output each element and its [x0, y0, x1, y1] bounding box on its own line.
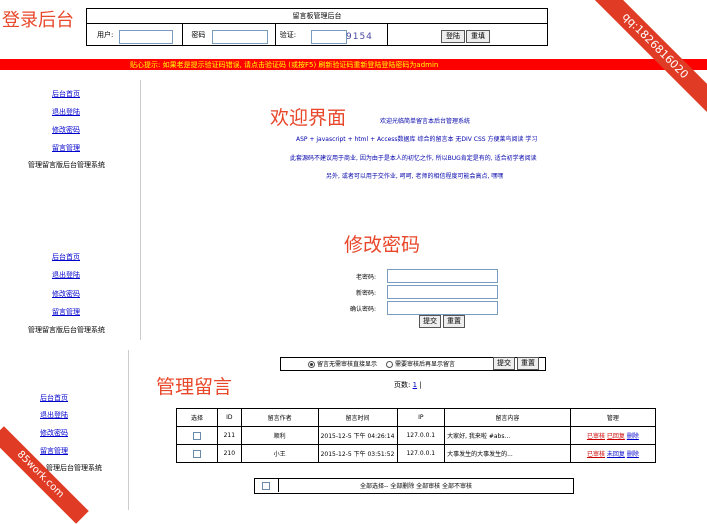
reset-login-button[interactable]: 重填	[466, 30, 490, 43]
sidebar-item-logout[interactable]: 退出登陆	[52, 270, 80, 280]
old-password-label: 老密码:	[356, 274, 377, 281]
sidebar-item-home[interactable]: 后台首页	[52, 89, 80, 99]
review-status-link[interactable]: 已审核	[587, 433, 605, 440]
review-submit-button[interactable]: 提交	[493, 357, 515, 370]
option-review[interactable]: 需要审核后再显示留言	[386, 359, 455, 368]
welcome-line-3: 另外, 或者可以用于交作业, 呵呵, 老师的相信程度可能会高点, 嘿嘿	[326, 173, 504, 180]
sidebar-item-logout[interactable]: 退出登陆	[52, 107, 80, 117]
row-checkbox[interactable]	[192, 449, 201, 458]
welcome-line-2: 此套源码不建议用于商业, 因为由于是本人的初忆之作, 所以BUG肯定是有的, 适…	[290, 155, 537, 162]
select-all-checkbox[interactable]	[262, 482, 270, 490]
pages-label: 页数:	[394, 381, 411, 389]
row-actions: 已审核 已回复 删除	[569, 426, 657, 445]
page-title: 登录后台	[2, 10, 74, 31]
column-header: 留言时间	[317, 408, 398, 427]
captcha-input[interactable]	[311, 30, 347, 44]
change-password-title: 修改密码	[344, 234, 421, 256]
option-no-review-label: 留言无需审核直接显示	[317, 361, 378, 368]
table-row: 210 小王 2015-12-5 下午 03:51:52 127.0.0.1 大…	[176, 444, 657, 463]
divider-line	[128, 350, 129, 510]
radio-no-review[interactable]	[308, 361, 315, 368]
review-status-link[interactable]: 已审核	[587, 451, 605, 458]
divider-line	[140, 80, 141, 340]
sidebar-caption: 管理留言版后台管理系统	[28, 326, 105, 334]
option-review-label: 需要审核后再显示留言	[395, 361, 456, 368]
captcha-label: 验证:	[279, 31, 297, 39]
welcome-line-1: ASP + javascript + html + Access数据库 综合的留…	[296, 136, 538, 143]
row-id: 210	[216, 444, 242, 463]
option-no-review[interactable]: 留言无需审核直接显示	[308, 359, 377, 368]
pagination: 页数: 1 |	[394, 380, 422, 390]
notice-text: 贴心提示: 如果老是提示验证码错误, 请点击验证码 (或按F5) 刷新验证码重新…	[130, 61, 439, 69]
confirm-password-input[interactable]	[387, 301, 498, 315]
column-header: 留言内容	[444, 408, 571, 427]
old-password-input[interactable]	[387, 269, 498, 283]
row-content: 大家好, 我来啦 #abs...	[444, 426, 571, 445]
column-header: 选择	[176, 408, 218, 427]
sidebar-item-messages[interactable]: 留言管理	[52, 307, 80, 317]
row-select-cell	[176, 444, 218, 463]
sidebar-item-change-password[interactable]: 修改密码	[52, 289, 80, 299]
user-label: 用户:	[97, 31, 114, 39]
new-password-label: 新密码:	[356, 290, 377, 297]
reply-status-link[interactable]: 已回复	[607, 433, 625, 440]
username-input[interactable]	[119, 30, 173, 44]
row-select-cell	[176, 426, 218, 445]
radio-review[interactable]	[386, 361, 393, 368]
sidebar-item-messages[interactable]: 留言管理	[52, 143, 80, 153]
confirm-password-label: 确认密码:	[350, 306, 377, 313]
password-input[interactable]	[212, 30, 268, 44]
row-time: 2015-12-5 下午 04:26:14	[317, 426, 398, 445]
password-label: 密码	[191, 31, 206, 39]
reply-status-link[interactable]: 未回复	[607, 451, 625, 458]
row-checkbox[interactable]	[192, 431, 201, 440]
row-author: 顺利	[240, 426, 319, 445]
login-box-title: 留言板管理后台	[86, 8, 548, 24]
bulk-actions-text[interactable]: 全部选择-- 全部删除 全部审核 全部不审核	[360, 481, 472, 490]
welcome-title: 欢迎界面	[270, 107, 347, 129]
sidebar-item-logout[interactable]: 退出登陆	[40, 410, 68, 420]
review-reset-button[interactable]: 重置	[517, 357, 539, 370]
delete-link[interactable]: 删除	[627, 451, 639, 458]
row-author: 小王	[240, 444, 319, 463]
new-password-input[interactable]	[387, 285, 498, 299]
login-button[interactable]: 登陆	[441, 30, 465, 43]
row-content: 大事发生的大事发生的...	[444, 444, 571, 463]
row-id: 211	[216, 426, 242, 445]
site-watermark: 85work.com	[0, 426, 89, 524]
table-row: 211 顺利 2015-12-5 下午 04:26:14 127.0.0.1 大…	[176, 426, 657, 445]
row-time: 2015-12-5 下午 03:51:52	[317, 444, 398, 463]
sidebar-item-home[interactable]: 后台首页	[40, 393, 68, 403]
row-ip: 127.0.0.1	[396, 444, 446, 463]
delete-link[interactable]: 删除	[627, 433, 639, 440]
messages-table: 选择 ID 留言作者 留言时间 IP 留言内容 管理 211 顺利 2015-1…	[176, 408, 657, 463]
welcome-subtitle: 欢迎光临简单留言本后台管理系统	[380, 118, 471, 125]
column-header: 管理	[569, 408, 657, 427]
page-separator: |	[419, 381, 422, 389]
column-header: 留言作者	[240, 408, 319, 427]
qq-watermark: qq:1826816020	[587, 0, 707, 114]
reset-password-button[interactable]: 重置	[443, 315, 465, 328]
sidebar-item-change-password[interactable]: 修改密码	[52, 125, 80, 135]
page-link[interactable]: 1	[413, 381, 417, 389]
sidebar-item-change-password[interactable]: 修改密码	[40, 428, 68, 438]
sidebar-caption: 管理留言版后台管理系统	[28, 161, 105, 169]
row-ip: 127.0.0.1	[396, 426, 446, 445]
submit-password-button[interactable]: 提交	[419, 315, 441, 328]
manage-title: 管理留言	[156, 376, 233, 398]
sidebar-item-home[interactable]: 后台首页	[52, 252, 80, 262]
sidebar-caption: 管理后台管理系统	[46, 464, 102, 472]
row-actions: 已审核 未回复 删除	[569, 444, 657, 463]
column-header: IP	[396, 408, 446, 427]
captcha-image[interactable]: 9154	[346, 32, 373, 42]
sidebar-item-messages[interactable]: 留言管理	[40, 446, 68, 456]
column-header: ID	[216, 408, 242, 427]
table-header-row: 选择 ID 留言作者 留言时间 IP 留言内容 管理	[176, 408, 657, 427]
